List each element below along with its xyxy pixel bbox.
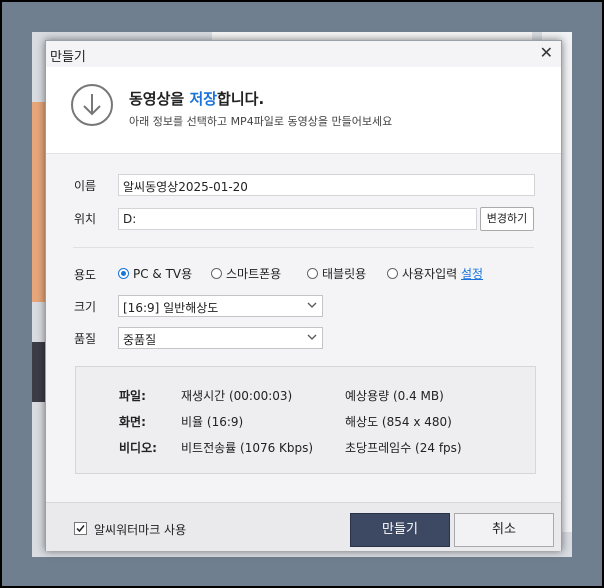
framerate-value: 초당프레임수 (24 fps) [345, 441, 462, 455]
check-icon [76, 525, 85, 533]
change-location-button[interactable]: 변경하기 [480, 207, 534, 231]
file-info-label: 파일: [119, 389, 146, 403]
usage-radio-tablet[interactable]: 태블릿용 [307, 265, 366, 282]
resolution-value: 해상도 (854 x 480) [345, 415, 452, 429]
title-bar: 만들기 ✕ [46, 41, 561, 67]
header-title: 동영상을 저장합니다. [129, 90, 265, 108]
aspect-ratio-value: 비율 (16:9) [181, 415, 244, 429]
size-label: 크기 [74, 300, 97, 314]
quality-select[interactable]: 중품질 [118, 327, 323, 349]
header-subtitle: 아래 정보를 선택하고 MP4파일로 동영상을 만들어보세요 [129, 115, 393, 128]
radio-indicator [307, 268, 318, 279]
watermark-checkbox[interactable] [74, 522, 87, 535]
usage-radio-pc-tv[interactable]: PC & TV용 [118, 265, 192, 282]
usage-radio-smartphone[interactable]: 스마트폰용 [211, 265, 281, 282]
radio-indicator [387, 268, 398, 279]
screen-info-label: 화면: [119, 415, 146, 429]
radio-indicator [118, 268, 129, 279]
bitrate-value: 비트전송률 (1076 Kbps) [181, 441, 314, 455]
location-input[interactable]: D: [118, 208, 477, 230]
usage-label: 용도 [74, 268, 97, 282]
settings-link[interactable]: 설정 [461, 265, 483, 282]
chevron-down-icon [307, 330, 317, 347]
estimated-size-value: 예상용량 (0.4 MB) [345, 389, 444, 403]
name-label: 이름 [74, 179, 97, 193]
download-arrow-icon [71, 84, 113, 126]
dialog-header: 동영상을 저장합니다. 아래 정보를 선택하고 MP4파일로 동영상을 만들어보… [46, 67, 561, 154]
create-video-dialog: 만들기 ✕ 동영상을 저장합니다. 아래 정보를 선택하고 MP4파일로 동영상… [45, 40, 562, 551]
name-input[interactable]: 알씨동영상2025-01-20 [118, 174, 535, 196]
watermark-label: 알씨워터마크 사용 [94, 523, 187, 537]
dialog-title: 만들기 [50, 50, 86, 65]
size-select[interactable]: [16:9] 일반해상도 [118, 295, 323, 317]
usage-radio-custom[interactable]: 사용자입력 [387, 265, 457, 282]
location-label: 위치 [74, 212, 97, 226]
dialog-footer: 알씨워터마크 사용 만들기 취소 [46, 502, 561, 551]
create-button[interactable]: 만들기 [350, 513, 450, 547]
chevron-down-icon [307, 298, 317, 315]
quality-select-value: 중품질 [123, 333, 157, 347]
cancel-button[interactable]: 취소 [454, 513, 554, 547]
header-title-highlight: 저장 [189, 90, 218, 108]
size-select-value: [16:9] 일반해상도 [123, 301, 219, 315]
radio-indicator [211, 268, 222, 279]
close-icon[interactable]: ✕ [540, 43, 553, 62]
video-info-label: 비디오: [119, 441, 157, 455]
video-info-panel: 파일: 재생시간 (00:00:03) 예상용량 (0.4 MB) 화면: 비율… [75, 366, 536, 474]
quality-label: 품질 [74, 332, 97, 346]
duration-value: 재생시간 (00:00:03) [181, 389, 293, 403]
divider [73, 247, 534, 248]
